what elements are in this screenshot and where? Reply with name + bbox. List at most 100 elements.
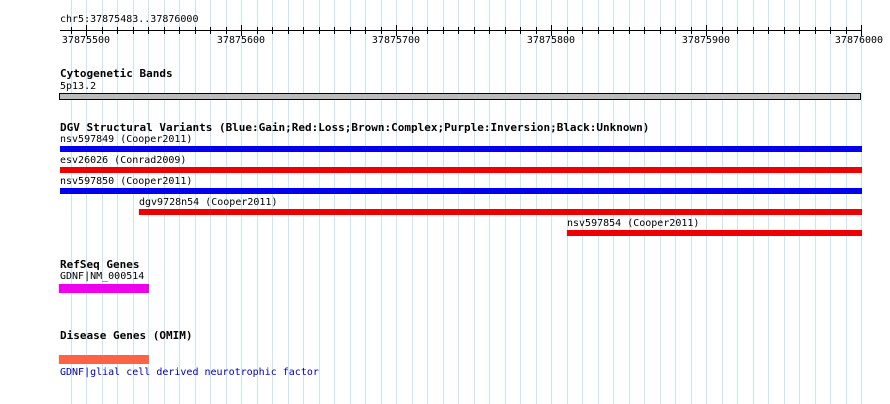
ruler-minor-tick	[458, 27, 459, 34]
ruler-minor-tick	[474, 27, 475, 34]
ruler-minor-tick	[381, 27, 382, 34]
gridline	[644, 0, 645, 404]
gridline	[365, 0, 366, 404]
ruler-minor-tick	[675, 27, 676, 34]
ruler-tick-label: 37875900	[681, 35, 731, 46]
variant-label[interactable]: nsv597850 (Cooper2011)	[60, 176, 192, 187]
ruler-line	[60, 30, 861, 31]
variant-bar[interactable]	[60, 146, 862, 152]
ruler-minor-tick	[427, 27, 428, 34]
gridline	[458, 0, 459, 404]
gridline	[691, 0, 692, 404]
ruler-minor-tick	[598, 27, 599, 34]
gridline	[117, 0, 118, 404]
ruler-minor-tick	[489, 27, 490, 34]
gridline	[660, 0, 661, 404]
ruler-minor-tick	[365, 27, 366, 34]
ruler-tick-label: 37875500	[61, 35, 111, 46]
gridline	[815, 0, 816, 404]
gridline	[737, 0, 738, 404]
ruler-minor-tick	[334, 27, 335, 34]
ruler-minor-tick	[303, 27, 304, 34]
ruler-minor-tick	[350, 27, 351, 34]
ruler-tick-label: 37876000	[834, 35, 884, 46]
variant-label[interactable]: dgv9728n54 (Cooper2011)	[139, 197, 277, 208]
gridline	[427, 0, 428, 404]
variant-bar[interactable]	[567, 230, 862, 236]
ruler-minor-tick	[288, 27, 289, 34]
variant-bar[interactable]	[60, 167, 862, 173]
gridline	[86, 0, 87, 404]
refseq-gene-label[interactable]: GDNF|NM_000514	[60, 271, 144, 282]
gridline	[443, 0, 444, 404]
ruler-minor-tick	[272, 27, 273, 34]
ruler-minor-tick	[567, 27, 568, 34]
gridline	[334, 0, 335, 404]
ruler-minor-tick	[71, 27, 72, 34]
genome-browser-view: chr5:37875483..37876000 37875500 37875600…	[0, 0, 890, 404]
ruler-minor-tick	[536, 27, 537, 34]
variant-label[interactable]: nsv597849 (Cooper2011)	[60, 134, 192, 145]
gridline	[629, 0, 630, 404]
gridline	[846, 0, 847, 404]
gridline	[830, 0, 831, 404]
variant-bar[interactable]	[139, 209, 862, 215]
ruler-minor-tick	[582, 27, 583, 34]
gridline	[288, 0, 289, 404]
refseq-genes-title: RefSeq Genes	[60, 258, 140, 271]
gridline	[350, 0, 351, 404]
region-label: chr5:37875483..37876000	[60, 14, 199, 25]
ruler-minor-tick	[799, 27, 800, 34]
gridline	[319, 0, 320, 404]
omim-gene-link[interactable]: GDNF|glial cell derived neurotrophic fac…	[60, 367, 319, 379]
ruler-minor-tick	[195, 27, 196, 34]
ruler-minor-tick	[102, 27, 103, 34]
gridline	[799, 0, 800, 404]
omim-gene-bar[interactable]	[59, 355, 149, 364]
refseq-gene-bar[interactable]	[59, 284, 149, 293]
ruler-minor-tick	[179, 27, 180, 34]
ruler-tick-label: 37875700	[371, 35, 421, 46]
gridline	[706, 0, 707, 404]
ruler-minor-tick	[613, 27, 614, 34]
ruler-minor-tick	[412, 27, 413, 34]
ruler-minor-tick	[319, 27, 320, 34]
variant-label[interactable]: nsv597854 (Cooper2011)	[567, 218, 699, 229]
dgv-track-title: DGV Structural Variants (Blue:Gain;Red:L…	[60, 121, 650, 134]
ruler-minor-tick	[846, 27, 847, 34]
cytoband-bar[interactable]	[59, 93, 861, 100]
gridline	[303, 0, 304, 404]
ruler-minor-tick	[117, 27, 118, 34]
gridline	[474, 0, 475, 404]
ruler-minor-tick	[815, 27, 816, 34]
ruler-minor-tick	[644, 27, 645, 34]
gridline	[675, 0, 676, 404]
ruler-minor-tick	[660, 27, 661, 34]
gridline	[784, 0, 785, 404]
ruler-minor-tick	[257, 27, 258, 34]
gridline	[567, 0, 568, 404]
variant-label[interactable]: esv26026 (Conrad2009)	[60, 155, 186, 166]
cytoband-label[interactable]: 5p13.2	[60, 81, 96, 92]
ruler-minor-tick	[830, 27, 831, 34]
gridline	[861, 0, 862, 404]
gridline	[489, 0, 490, 404]
gridline	[582, 0, 583, 404]
gridline	[520, 0, 521, 404]
ruler-minor-tick	[629, 27, 630, 34]
gridline	[768, 0, 769, 404]
gridline	[381, 0, 382, 404]
variant-bar[interactable]	[60, 188, 862, 194]
ruler-minor-tick	[784, 27, 785, 34]
omim-title: Disease Genes (OMIM)	[60, 329, 193, 342]
cytogenetic-bands-title: Cytogenetic Bands	[60, 67, 173, 80]
ruler-minor-tick	[226, 27, 227, 34]
ruler-minor-tick	[505, 27, 506, 34]
gridline	[536, 0, 537, 404]
gridline	[71, 0, 72, 404]
gridline	[598, 0, 599, 404]
ruler-minor-tick	[520, 27, 521, 34]
ruler-tick-label: 37875600	[216, 35, 266, 46]
ruler-minor-tick	[164, 27, 165, 34]
gridlines	[0, 0, 890, 404]
